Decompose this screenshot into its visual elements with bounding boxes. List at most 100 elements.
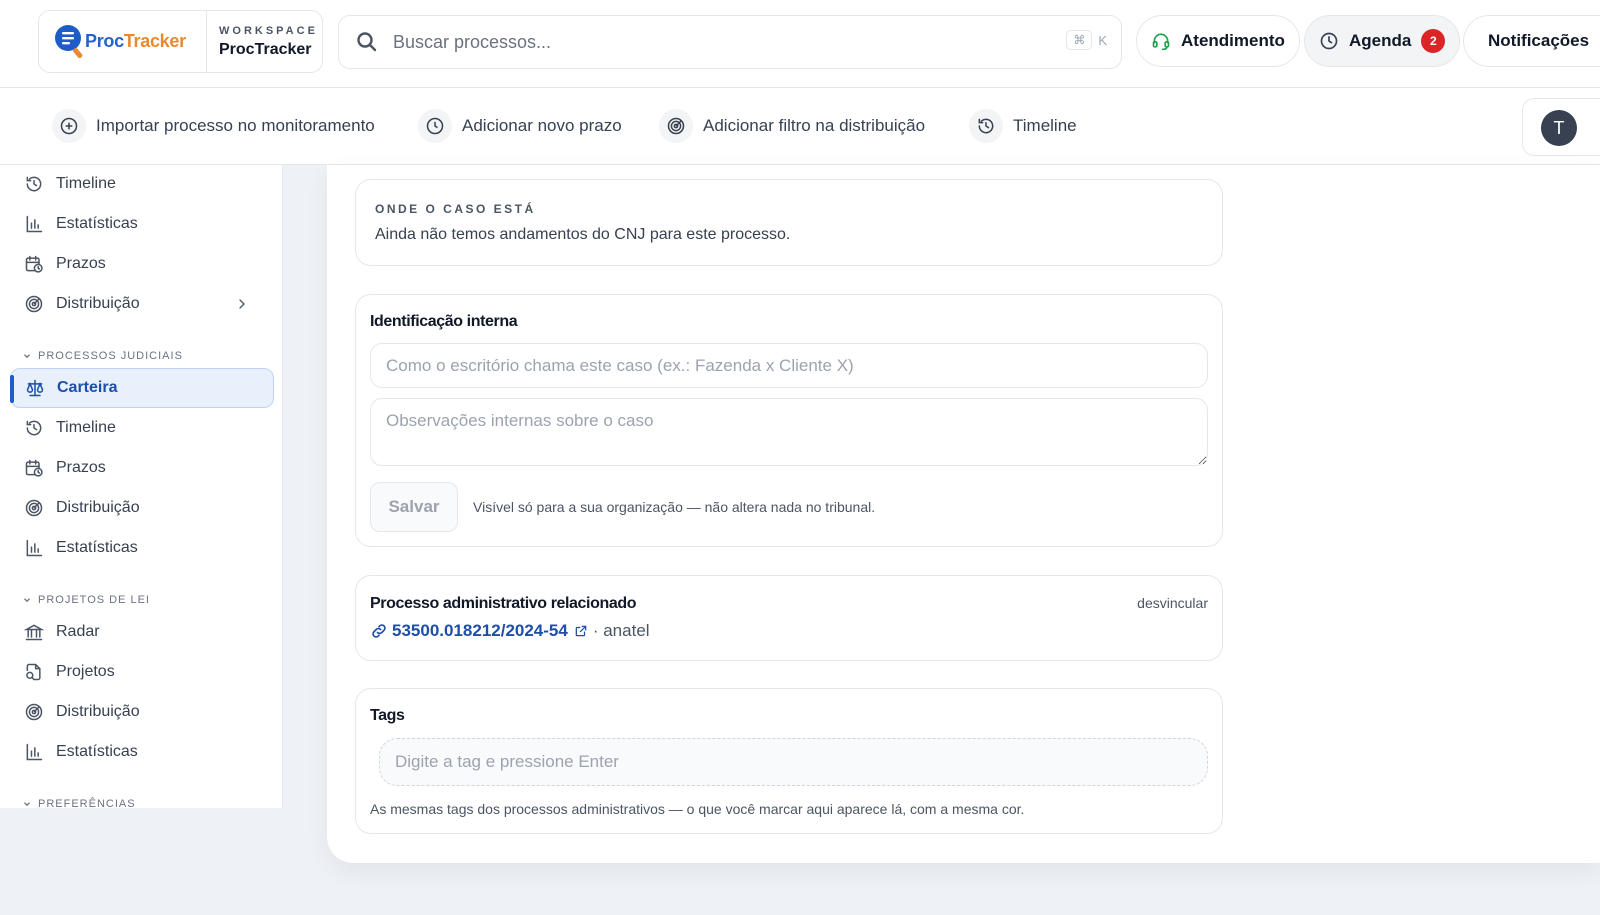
sidebar-item-distribution[interactable]: Distribuição	[10, 488, 274, 528]
sidebar-item-label: Timeline	[56, 175, 116, 192]
sidebar-item-deadlines[interactable]: Prazos	[10, 244, 274, 284]
logo-wordmark: ProcTracker	[85, 31, 186, 51]
sidebar-item-label: Radar	[56, 623, 100, 640]
clock-icon	[1320, 32, 1338, 50]
main-content: ONDE O CASO ESTÁ Ainda não temos andamen…	[327, 165, 1600, 863]
search-input[interactable]	[393, 31, 1033, 53]
radar-icon	[25, 703, 43, 721]
sidebar-item-statistics[interactable]: Estatísticas	[10, 528, 274, 568]
sidebar-item-portfolio[interactable]: Carteira	[10, 368, 274, 408]
internal-id-hint: Visível só para a sua organização — não …	[473, 499, 876, 515]
timeline-action-label: Timeline	[1013, 116, 1077, 135]
logo-magnifier-icon	[55, 24, 83, 58]
radar-icon	[25, 499, 43, 517]
add-deadline-label: Adicionar novo prazo	[462, 116, 622, 135]
scale-icon	[26, 379, 44, 397]
sidebar-item-label: Distribuição	[56, 703, 140, 720]
shortcut-letter: K	[1098, 32, 1107, 48]
section-judicial-processes[interactable]: PROCESSOS JUDICIAIS	[22, 350, 183, 362]
related-process-row: 53500.018212/2024-54 · anatel	[370, 621, 650, 641]
chevron-down-icon	[24, 598, 30, 603]
link-icon	[372, 624, 386, 638]
sidebar-item-distribution[interactable]: Distribuição	[10, 692, 274, 732]
section-title: PREFERÊNCIAS	[38, 798, 136, 808]
sidebar-item-label: Projetos	[56, 663, 115, 680]
case-name-input[interactable]	[370, 343, 1208, 388]
sidebar-item-statistics[interactable]: Estatísticas	[10, 732, 274, 772]
sidebar-item-distribution[interactable]: Distribuição	[10, 284, 274, 324]
tags-title: Tags	[370, 707, 405, 724]
sidebar-item-label: Distribuição	[56, 295, 140, 312]
save-button[interactable]: Salvar	[370, 482, 458, 532]
section-preferences[interactable]: PREFERÊNCIAS	[22, 798, 136, 808]
external-link-icon[interactable]	[574, 624, 588, 638]
agenda-button[interactable]: Agenda 2	[1304, 15, 1461, 67]
add-deadline-action[interactable]: Adicionar novo prazo	[418, 109, 622, 143]
sidebar-item-label: Distribuição	[56, 499, 140, 516]
sidebar-item-timeline[interactable]: Timeline	[10, 165, 274, 204]
notifications-button[interactable]: Notificações	[1463, 15, 1600, 67]
workspace-label: WORKSPACE	[219, 24, 318, 37]
sidebar-item-label: Estatísticas	[56, 743, 138, 760]
search-bar[interactable]: ⌘ K	[338, 15, 1122, 69]
search-icon	[357, 32, 377, 52]
history-icon	[26, 176, 42, 192]
search-shortcut: ⌘ K	[1066, 30, 1107, 50]
top-header: ProcTracker WORKSPACE ProcTracker ⌘ K At…	[0, 0, 1600, 88]
sidebar-item-label: Prazos	[56, 255, 106, 272]
support-label: Atendimento	[1181, 31, 1285, 50]
case-status-text: Ainda não temos andamentos do CNJ para e…	[375, 226, 791, 243]
sidebar-item-label: Carteira	[57, 379, 118, 396]
chevron-right-icon	[239, 299, 245, 309]
sidebar-item-timeline[interactable]: Timeline	[10, 408, 274, 448]
tags-card: Tags As mesmas tags dos processos admini…	[355, 688, 1223, 834]
avatar: T	[1541, 110, 1577, 146]
sidebar-item-label: Timeline	[56, 419, 116, 436]
calendar-clock-icon	[25, 459, 43, 477]
add-distribution-filter-action[interactable]: Adicionar filtro na distribuição	[659, 109, 925, 143]
bar-chart-icon	[26, 215, 43, 233]
file-search-icon	[26, 663, 41, 681]
tags-hint: As mesmas tags dos processos administrat…	[370, 801, 1025, 817]
support-button[interactable]: Atendimento	[1136, 15, 1300, 67]
case-status-eyebrow: ONDE O CASO ESTÁ	[375, 202, 536, 216]
agenda-label: Agenda	[1349, 31, 1412, 50]
bar-chart-icon	[26, 743, 43, 761]
history-icon	[26, 420, 42, 436]
agenda-count-badge: 2	[1421, 29, 1446, 53]
sidebar: Timeline Estatísticas Prazos Distribuiçã…	[0, 165, 283, 808]
sidebar-item-projects[interactable]: Projetos	[10, 652, 274, 692]
command-key: ⌘	[1066, 30, 1093, 50]
internal-id-title: Identificação interna	[370, 313, 518, 330]
section-bills[interactable]: PROJETOS DE LEI	[22, 594, 150, 606]
plus-circle-icon	[60, 117, 78, 135]
timeline-action[interactable]: Timeline	[969, 109, 1077, 143]
sidebar-item-label: Estatísticas	[56, 539, 138, 556]
history-icon	[978, 118, 994, 134]
user-menu[interactable]: T	[1522, 98, 1600, 156]
chevron-down-icon	[24, 354, 30, 359]
internal-id-card: Identificação interna Salvar Visível só …	[355, 294, 1223, 547]
sidebar-item-radar[interactable]: Radar	[10, 612, 274, 652]
bar-chart-icon	[26, 539, 43, 557]
case-notes-textarea[interactable]	[370, 398, 1208, 466]
workspace-switcher[interactable]: ProcTracker WORKSPACE ProcTracker	[38, 10, 323, 73]
workspace-name: ProcTracker	[219, 40, 312, 58]
quick-actions-bar: Importar processo no monitoramento Adici…	[0, 88, 1600, 165]
unlink-button[interactable]: desvincular	[1137, 595, 1208, 611]
import-process-label: Importar processo no monitoramento	[96, 116, 375, 135]
tag-input[interactable]	[379, 738, 1208, 786]
related-process-card: Processo administrativo relacionado desv…	[355, 575, 1223, 661]
section-title: PROJETOS DE LEI	[38, 594, 150, 606]
related-process-agency: · anatel	[592, 621, 650, 640]
institution-icon	[24, 624, 44, 641]
import-process-action[interactable]: Importar processo no monitoramento	[52, 109, 375, 143]
headset-icon	[1152, 33, 1170, 51]
sidebar-item-statistics[interactable]: Estatísticas	[10, 204, 274, 244]
section-title: PROCESSOS JUDICIAIS	[38, 350, 183, 362]
sidebar-item-label: Estatísticas	[56, 215, 138, 232]
related-process-link[interactable]: 53500.018212/2024-54	[392, 621, 568, 641]
sidebar-item-deadlines[interactable]: Prazos	[10, 448, 274, 488]
radar-icon	[667, 117, 685, 135]
case-status-card: ONDE O CASO ESTÁ Ainda não temos andamen…	[355, 179, 1223, 266]
